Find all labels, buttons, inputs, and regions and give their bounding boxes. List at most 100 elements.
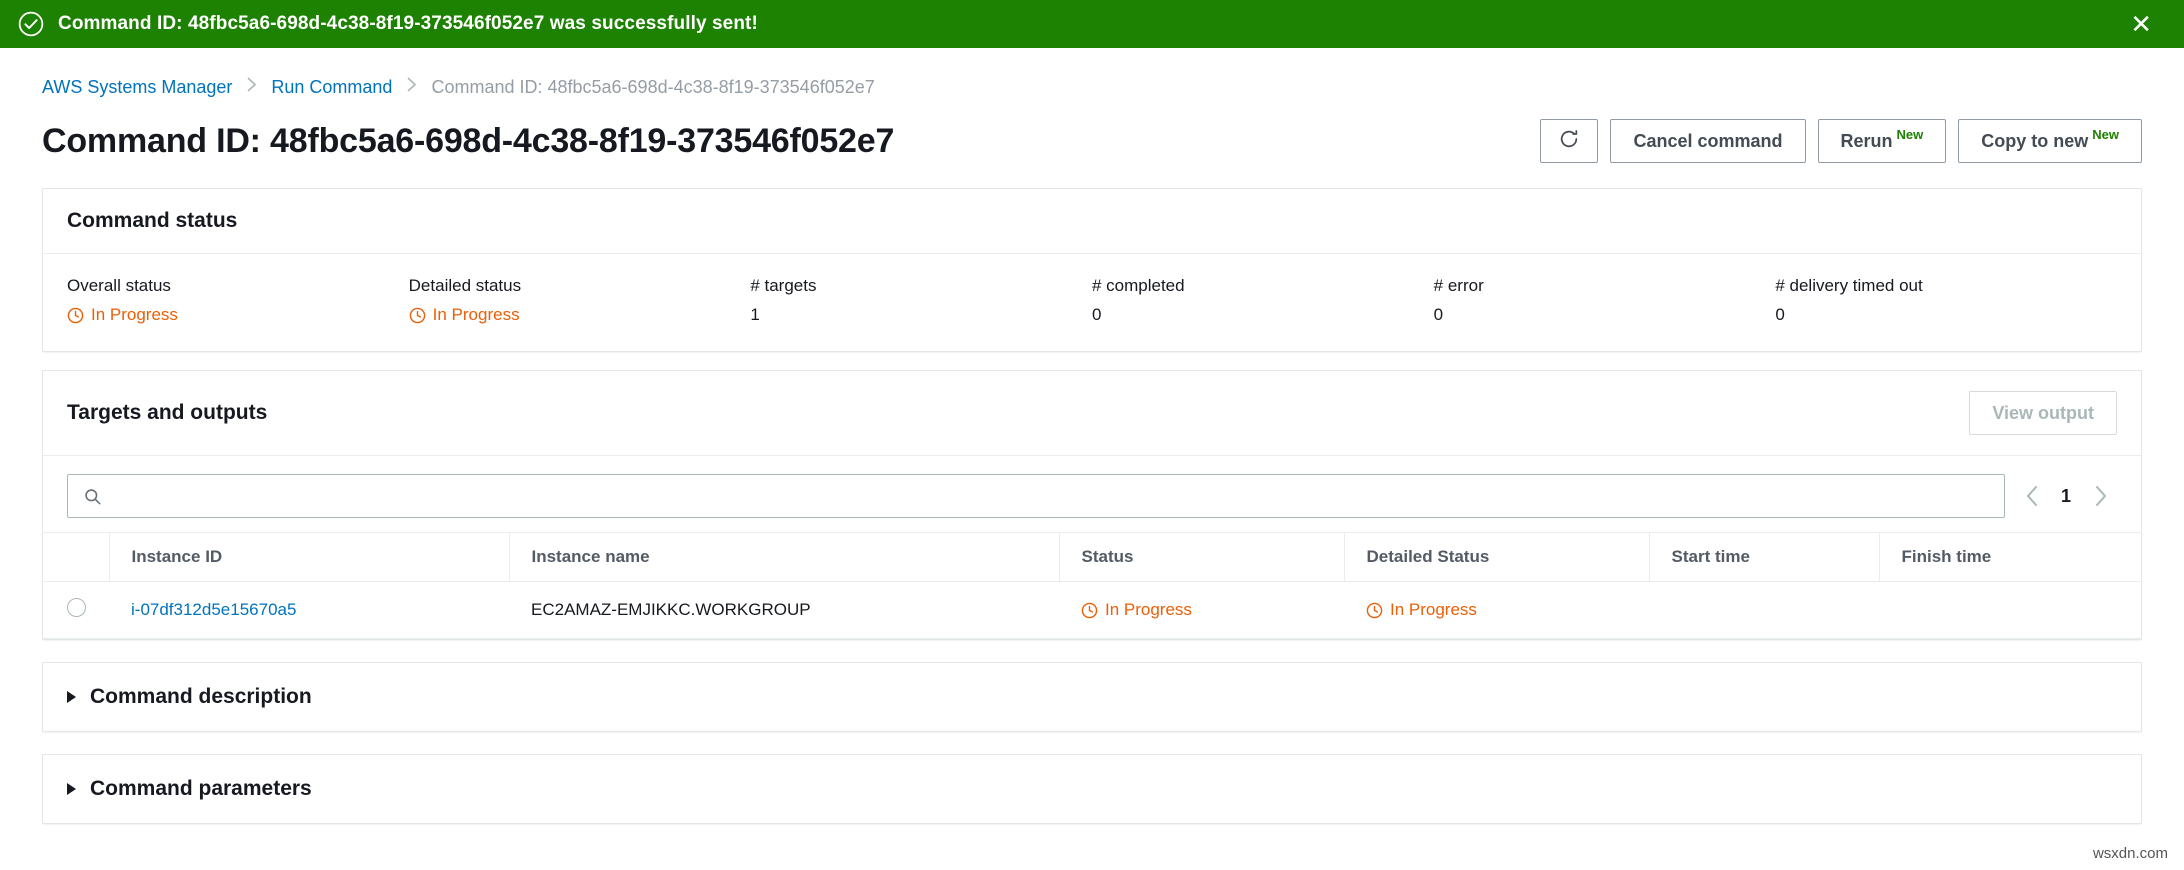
clock-icon (1081, 602, 1098, 619)
status-field-value: 1 (750, 305, 760, 324)
clock-icon (1366, 602, 1383, 619)
clock-icon (67, 307, 84, 324)
breadcrumb-separator-icon (406, 76, 417, 98)
column-header-instance-name[interactable]: Instance name (508, 532, 1059, 582)
column-header-finish-time[interactable]: Finish time (1878, 532, 2141, 582)
targets-header-actions: View output (1969, 391, 2117, 435)
targets-toolbar: 1 (43, 456, 2141, 532)
breadcrumb-item-current: Command ID: 48fbc5a6-698d-4c38-8f19-3735… (431, 76, 875, 97)
targets-header: Targets and outputs View output (43, 371, 2141, 456)
breadcrumb: AWS Systems Manager Run Command Command … (0, 48, 2184, 100)
page-title-row: Command ID: 48fbc5a6-698d-4c38-8f19-3735… (0, 100, 2184, 170)
copy-to-new-button[interactable]: Copy to new New (1958, 119, 2142, 163)
cell-instance-id: i-07df312d5e15670a5 (109, 581, 509, 639)
command-status-header: Command status (43, 189, 2141, 254)
status-field-delivery-timed-out: # delivery timed out 0 (1775, 276, 2117, 325)
copy-to-new-label: Copy to new (1981, 130, 2089, 151)
status-field-value: 0 (1433, 305, 1444, 324)
chevron-left-icon[interactable] (2021, 485, 2043, 507)
targets-and-outputs-card: Targets and outputs View output 1 Instan… (42, 370, 2142, 640)
refresh-icon (1558, 128, 1580, 155)
status-badge: In Progress (1081, 600, 1334, 620)
status-field-label: # completed (1091, 276, 1185, 295)
command-status-card: Command status Overall status In Progres… (42, 188, 2142, 352)
cell-status: In Progress (1059, 581, 1344, 639)
rerun-new-badge: New (1896, 126, 1924, 142)
status-field-value: 0 (1091, 305, 1102, 324)
status-badge: In Progress (67, 305, 178, 325)
status-field-detailed-status: Detailed status In Progress (409, 276, 751, 325)
table-row[interactable]: i-07df312d5e15670a5 EC2AMAZ-EMJIKKC.WORK… (43, 581, 2141, 639)
targets-table: Instance ID Instance name Status Detaile… (43, 532, 2141, 639)
column-header-status[interactable]: Status (1058, 532, 1344, 582)
view-output-label: View output (1992, 402, 2094, 423)
status-field-overall-status: Overall status In Progress (67, 276, 409, 325)
page-body: AWS Systems Manager Run Command Command … (0, 48, 2184, 824)
row-select-cell (43, 581, 109, 639)
status-badge-label: In Progress (91, 305, 178, 324)
search-icon (83, 487, 102, 506)
status-field-completed: # completed 0 (1092, 276, 1434, 325)
success-banner: Command ID: 48fbc5a6-698d-4c38-8f19-3735… (0, 0, 2184, 48)
status-field-error: # error 0 (1434, 276, 1776, 325)
command-parameters-title: Command parameters (90, 777, 312, 800)
search-input[interactable] (112, 475, 2004, 517)
pagination-page-1[interactable]: 1 (2059, 486, 2073, 507)
status-field-label: # targets (750, 276, 817, 295)
breadcrumb-separator-icon (246, 76, 257, 98)
row-radio-button[interactable] (67, 598, 86, 617)
column-header-instance-id[interactable]: Instance ID (108, 532, 509, 582)
command-description-title: Command description (90, 685, 312, 708)
chevron-right-icon (67, 691, 76, 703)
column-header-detailed-status[interactable]: Detailed Status (1343, 532, 1649, 582)
breadcrumb-item-aws-systems-manager[interactable]: AWS Systems Manager (42, 77, 232, 98)
instance-id-link[interactable]: i-07df312d5e15670a5 (131, 600, 296, 619)
status-field-label: # delivery timed out (1775, 276, 1923, 295)
page-title: Command ID: 48fbc5a6-698d-4c38-8f19-3735… (42, 121, 895, 160)
status-field-targets: # targets 1 (750, 276, 1092, 325)
chevron-right-icon[interactable] (2089, 485, 2111, 507)
cell-finish-time (1879, 581, 2141, 639)
watermark: wsxdn.com (2092, 845, 2168, 862)
cell-start-time (1649, 581, 1879, 639)
chevron-right-icon (67, 783, 76, 795)
cell-instance-name: EC2AMAZ-EMJIKKC.WORKGROUP (509, 581, 1059, 639)
status-badge-label: In Progress (1105, 600, 1192, 619)
rerun-label: Rerun (1840, 130, 1893, 151)
status-field-label: # error (1433, 276, 1484, 295)
search-box[interactable] (67, 474, 2005, 518)
table-header-row: Instance ID Instance name Status Detaile… (43, 532, 2141, 582)
status-badge: In Progress (409, 305, 520, 325)
status-field-label: Detailed status (408, 276, 522, 295)
view-output-button[interactable]: View output (1969, 391, 2117, 435)
copy-to-new-new-badge: New (2092, 126, 2119, 142)
status-field-value: In Progress (67, 305, 409, 325)
status-badge: In Progress (1366, 600, 1639, 620)
column-header-start-time[interactable]: Start time (1648, 532, 1879, 582)
column-header-select (43, 532, 109, 582)
close-icon[interactable]: ✕ (2126, 9, 2156, 39)
success-banner-message: Command ID: 48fbc5a6-698d-4c38-8f19-3735… (58, 13, 758, 34)
targets-title: Targets and outputs (67, 401, 268, 424)
command-parameters-section[interactable]: Command parameters (42, 754, 2142, 824)
clock-icon (409, 307, 426, 324)
refresh-button[interactable] (1540, 119, 1599, 163)
cancel-command-label: Cancel command (1633, 130, 1783, 151)
status-badge-label: In Progress (432, 305, 520, 324)
status-field-value: 0 (1775, 305, 1785, 324)
check-circle-icon (18, 11, 44, 37)
targets-table-head: Instance ID Instance name Status Detaile… (43, 532, 2141, 582)
command-description-section[interactable]: Command description (42, 662, 2142, 732)
rerun-button[interactable]: Rerun New (1817, 119, 1947, 163)
page-actions: Cancel command Rerun New Copy to new New (1540, 119, 2142, 163)
command-status-grid: Overall status In Progress Detailed stat… (43, 254, 2141, 351)
breadcrumb-item-run-command[interactable]: Run Command (271, 77, 392, 98)
cancel-command-button[interactable]: Cancel command (1610, 119, 1806, 163)
status-field-value: In Progress (409, 305, 751, 325)
cell-detailed-status: In Progress (1344, 581, 1649, 639)
pagination: 1 (2021, 485, 2117, 507)
status-field-label: Overall status (67, 276, 171, 295)
status-badge-label: In Progress (1390, 600, 1477, 619)
targets-table-body: i-07df312d5e15670a5 EC2AMAZ-EMJIKKC.WORK… (43, 581, 2141, 639)
command-status-title: Command status (67, 209, 238, 232)
